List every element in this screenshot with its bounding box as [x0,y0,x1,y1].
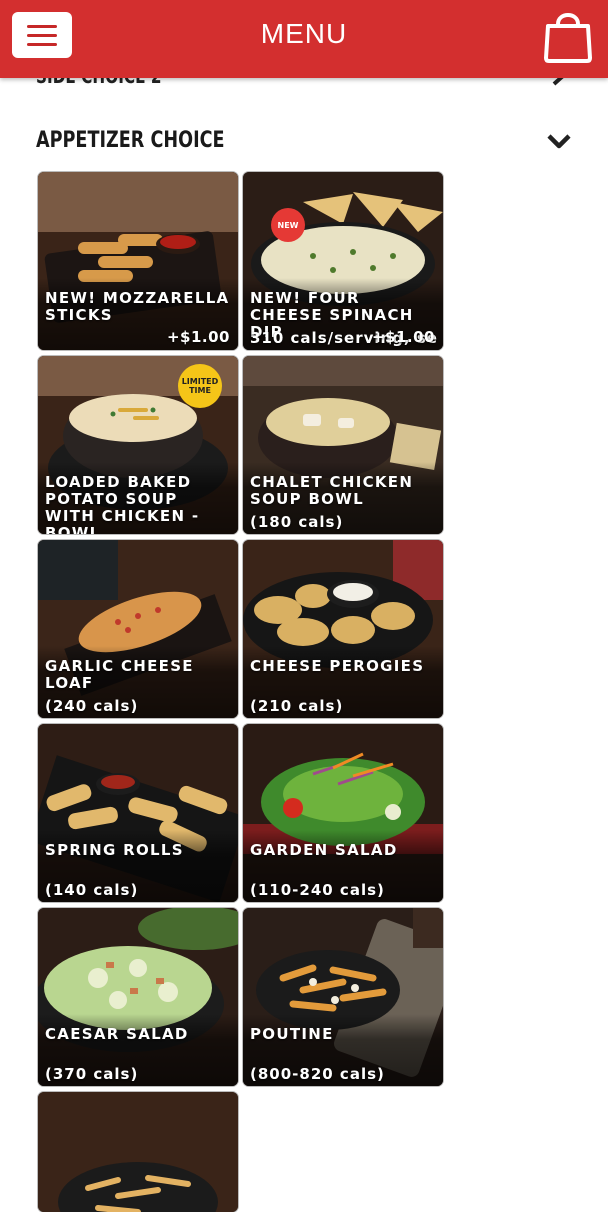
menu-item-card[interactable]: GARLIC CHEESE LOAF (240 cals) [38,540,238,718]
menu-item-card[interactable]: SPRING ROLLS (140 cals) [38,724,238,902]
menu-item-calories: (180 cals) [250,513,344,531]
menu-item-photo [38,1092,238,1212]
menu-item-card[interactable]: POUTINE (800-820 cals) [243,908,443,1086]
menu-item-name: CHALET CHICKEN SOUP BOWL [250,473,414,508]
menu-item-card[interactable]: CHEESE PEROGIES (210 cals) [243,540,443,718]
menu-item-name: NEW! MOZZARELLA STICKS [45,289,230,324]
menu-item-calories: (140 cals) [45,881,139,899]
menu-item-price: +$1.00 [371,328,435,346]
menu-item-card[interactable]: NEW! MOZZARELLA STICKS +$1.00 [38,172,238,350]
new-badge: NEW [271,208,305,242]
menu-item-calories: (210 cals) [250,697,344,715]
menu-item-card[interactable]: LIMITED TIME LOADED BAKED POTATO SOUP WI… [38,356,238,534]
menu-item-card[interactable]: CAESAR SALAD (370 cals) [38,908,238,1086]
menu-item-name: CAESAR SALAD [45,1025,189,1043]
menu-item-name: GARDEN SALAD [250,841,398,859]
menu-item-calories: (240 cals) [45,697,139,715]
menu-item-name: SPRING ROLLS [45,841,184,859]
menu-item-name: POUTINE [250,1025,334,1043]
top-app-bar: MENU [0,0,608,78]
menu-item-card[interactable] [38,1092,238,1212]
menu-item-name: LOADED BAKED POTATO SOUP WITH CHICKEN - … [45,473,200,535]
menu-item-calories: (370 cals) [45,1065,139,1083]
menu-item-card[interactable]: GARDEN SALAD (110-240 cals) [243,724,443,902]
menu-item-card[interactable]: NEW NEW! FOUR CHEESE SPINACH DIP 310 cal… [243,172,443,350]
menu-item-name: CHEESE PEROGIES [250,657,425,675]
shopping-bag-icon[interactable] [540,4,596,64]
menu-item-name: GARLIC CHEESE LOAF [45,657,194,692]
chevron-down-icon[interactable] [546,132,572,150]
menu-item-calories: (110-240 cals) [250,881,385,899]
appetizer-choice-heading[interactable]: APPETIZER CHOICE [36,128,225,153]
limited-time-badge: LIMITED TIME [178,364,222,408]
menu-item-card[interactable]: CHALET CHICKEN SOUP BOWL (180 cals) [243,356,443,534]
page-title: MENU [260,18,348,49]
menu-item-calories: (800-820 cals) [250,1065,385,1083]
menu-item-price: +$1.00 [166,328,230,346]
